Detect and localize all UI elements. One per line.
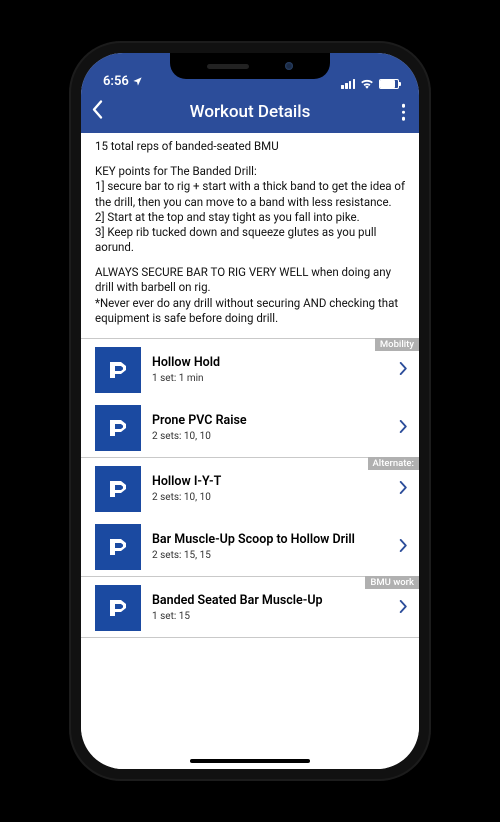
exercise-title: Hollow Hold bbox=[152, 355, 388, 370]
screen: 6:56 Workout Details 15 total reps of ba… bbox=[81, 53, 419, 769]
exercise-thumb bbox=[95, 347, 141, 393]
exercise-thumb bbox=[95, 585, 141, 631]
exercise-thumb bbox=[95, 524, 141, 570]
instruction-text: KEY points for The Banded Drill: 1] secu… bbox=[95, 164, 405, 255]
exercise-section: Alternate: Hollow I-Y-T 2 sets: 10, 10 bbox=[81, 457, 419, 576]
logo-icon bbox=[106, 596, 130, 620]
exercise-section: Mobility Hollow Hold 1 set: 1 min bbox=[81, 338, 419, 457]
instruction-text: ALWAYS SECURE BAR TO RIG VERY WELL when … bbox=[95, 265, 405, 326]
section-tag: BMU work bbox=[365, 576, 419, 590]
nav-bar: Workout Details bbox=[81, 91, 419, 133]
content-scroll[interactable]: 15 total reps of banded-seated BMU KEY p… bbox=[81, 133, 419, 769]
logo-icon bbox=[106, 477, 130, 501]
chevron-right-icon bbox=[399, 599, 407, 617]
exercise-title: Banded Seated Bar Muscle-Up bbox=[152, 593, 388, 608]
instructions-block: 15 total reps of banded-seated BMU KEY p… bbox=[81, 133, 419, 338]
exercise-detail: 2 sets: 10, 10 bbox=[152, 492, 388, 503]
back-button[interactable] bbox=[91, 100, 105, 125]
battery-icon bbox=[379, 79, 399, 89]
exercise-section: BMU work Banded Seated Bar Muscle-Up 1 s… bbox=[81, 576, 419, 638]
exercise-detail: 1 set: 15 bbox=[152, 611, 388, 622]
more-menu-button[interactable] bbox=[402, 104, 406, 121]
signal-icon bbox=[341, 79, 355, 89]
exercise-detail: 2 sets: 15, 15 bbox=[152, 550, 388, 561]
page-title: Workout Details bbox=[190, 102, 311, 122]
logo-icon bbox=[106, 416, 130, 440]
logo-icon bbox=[106, 535, 130, 559]
location-icon bbox=[132, 76, 143, 87]
home-indicator[interactable] bbox=[190, 759, 310, 763]
exercise-row[interactable]: Hollow Hold 1 set: 1 min bbox=[81, 341, 419, 399]
chevron-right-icon bbox=[399, 361, 407, 379]
device-notch bbox=[170, 53, 330, 79]
section-tag: Mobility bbox=[375, 338, 419, 352]
chevron-right-icon bbox=[399, 538, 407, 556]
logo-icon bbox=[106, 358, 130, 382]
phone-frame: 6:56 Workout Details 15 total reps of ba… bbox=[69, 41, 431, 781]
instruction-text: 15 total reps of banded-seated BMU bbox=[95, 139, 405, 154]
exercise-thumb bbox=[95, 405, 141, 451]
chevron-left-icon bbox=[91, 100, 105, 120]
chevron-right-icon bbox=[399, 480, 407, 498]
exercise-title: Hollow I-Y-T bbox=[152, 474, 388, 489]
exercise-title: Prone PVC Raise bbox=[152, 413, 388, 428]
section-tag: Alternate: bbox=[368, 457, 420, 471]
exercise-thumb bbox=[95, 466, 141, 512]
exercise-detail: 1 set: 1 min bbox=[152, 373, 388, 384]
status-time: 6:56 bbox=[103, 74, 129, 89]
exercise-row[interactable]: Bar Muscle-Up Scoop to Hollow Drill 2 se… bbox=[81, 518, 419, 576]
wifi-icon bbox=[360, 78, 374, 89]
exercise-detail: 2 sets: 10, 10 bbox=[152, 431, 388, 442]
exercise-title: Bar Muscle-Up Scoop to Hollow Drill bbox=[152, 532, 388, 547]
exercise-row[interactable]: Prone PVC Raise 2 sets: 10, 10 bbox=[81, 399, 419, 457]
chevron-right-icon bbox=[399, 419, 407, 437]
